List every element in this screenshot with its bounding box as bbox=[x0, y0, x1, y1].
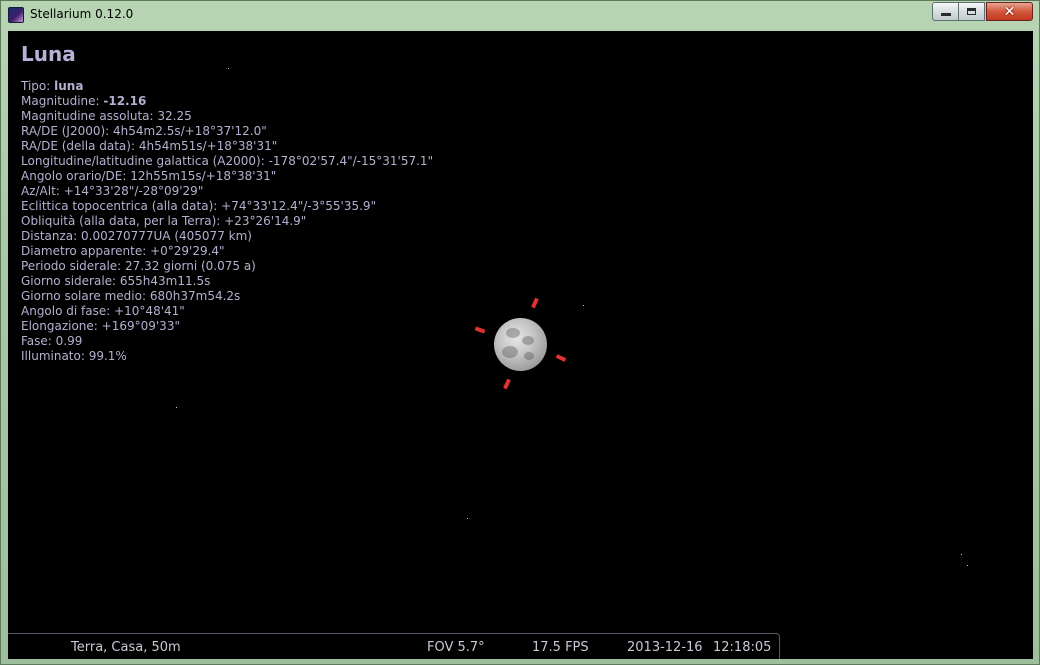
moon-crater bbox=[522, 336, 534, 345]
info-label: Elongazione: bbox=[21, 319, 102, 333]
info-value: 99.1% bbox=[88, 349, 127, 363]
info-label: Giorno siderale: bbox=[21, 274, 120, 288]
selection-marker bbox=[555, 354, 567, 362]
info-value: 27.32 giorni (0.075 a) bbox=[125, 259, 256, 273]
info-value: 0.00270777UA (405077 km) bbox=[81, 229, 252, 243]
info-value: 32.25 bbox=[157, 109, 192, 123]
info-label: Eclittica topocentrica (alla data): bbox=[21, 199, 222, 213]
info-value: 12h55m15s/+18°38'31" bbox=[130, 169, 277, 183]
info-label: Magnitudine assoluta: bbox=[21, 109, 158, 123]
info-line: Obliquità (alla data, per la Terra): +23… bbox=[21, 214, 433, 229]
info-label: Tipo: bbox=[21, 79, 55, 93]
info-line: Periodo siderale: 27.32 giorni (0.075 a) bbox=[21, 259, 433, 274]
moon-crater bbox=[506, 328, 520, 338]
moon-crater bbox=[524, 352, 534, 360]
window-title: Stellarium 0.12.0 bbox=[30, 7, 134, 21]
info-line: Elongazione: +169°09'33" bbox=[21, 319, 433, 334]
fov-label: FOV 5.7° bbox=[427, 640, 485, 655]
info-line: Distanza: 0.00270777UA (405077 km) bbox=[21, 229, 433, 244]
star bbox=[467, 518, 468, 519]
info-value: +14°33'28"/-28°09'29" bbox=[63, 184, 204, 198]
info-value: 0.99 bbox=[55, 334, 83, 348]
minimize-icon bbox=[940, 13, 951, 16]
info-line: RA/DE (J2000): 4h54m2.5s/+18°37'12.0" bbox=[21, 124, 433, 139]
info-label: Magnitudine: bbox=[21, 94, 104, 108]
info-value: 4h54m51s/+18°38'31" bbox=[138, 139, 278, 153]
info-line: RA/DE (della data): 4h54m51s/+18°38'31" bbox=[21, 139, 433, 154]
info-line: Magnitudine: -12.16 bbox=[21, 94, 433, 109]
info-line: Tipo: luna bbox=[21, 79, 433, 94]
info-line: Longitudine/latitudine galattica (A2000)… bbox=[21, 154, 433, 169]
info-label: Giorno solare medio: bbox=[21, 289, 150, 303]
object-info-panel: Tipo: luna Magnitudine: -12.16 Magnitudine… bbox=[21, 79, 433, 364]
sky-view[interactable]: Luna Tipo: luna Magnitudine: -12.16 Magnit… bbox=[8, 31, 1033, 659]
info-label: Obliquità (alla data, per la Terra): bbox=[21, 214, 225, 228]
star bbox=[228, 68, 229, 69]
info-line: Eclittica topocentrica (alla data): +74°… bbox=[21, 199, 433, 214]
info-value: +10°48'41" bbox=[114, 304, 185, 318]
date-label: 2013-12-16 bbox=[627, 640, 703, 655]
info-line: Magnitudine assoluta: 32.25 bbox=[21, 109, 433, 124]
info-label: Periodo siderale: bbox=[21, 259, 126, 273]
info-line: Giorno solare medio: 680h37m54.2s bbox=[21, 289, 433, 304]
selection-marker bbox=[503, 378, 511, 390]
info-label: Longitudine/latitudine galattica (A2000)… bbox=[21, 154, 269, 168]
info-line: Angolo orario/DE: 12h55m15s/+18°38'31" bbox=[21, 169, 433, 184]
info-value: -178°02'57.4"/-15°31'57.1" bbox=[268, 154, 434, 168]
moon-crater bbox=[502, 346, 518, 358]
info-value: +169°09'33" bbox=[101, 319, 180, 333]
info-line: Fase: 0.99 bbox=[21, 334, 433, 349]
star bbox=[176, 407, 177, 408]
info-value: luna bbox=[54, 79, 84, 93]
info-label: Distanza: bbox=[21, 229, 81, 243]
info-value: 680h37m54.2s bbox=[149, 289, 241, 303]
location-label: Terra, Casa, 50m bbox=[71, 640, 181, 655]
info-label: Az/Alt: bbox=[21, 184, 64, 198]
info-line: Az/Alt: +14°33'28"/-28°09'29" bbox=[21, 184, 433, 199]
object-name: Luna bbox=[21, 42, 76, 66]
info-line: Angolo di fase: +10°48'41" bbox=[21, 304, 433, 319]
maximize-button[interactable] bbox=[958, 2, 985, 21]
close-icon: ✕ bbox=[1003, 3, 1016, 20]
info-label: Angolo di fase: bbox=[21, 304, 115, 318]
fps-label: 17.5 FPS bbox=[532, 640, 589, 655]
star bbox=[961, 554, 962, 555]
stellarium-window: Stellarium 0.12.0 ✕ Luna Tipo: luna Magni… bbox=[0, 0, 1040, 665]
info-line: Giorno siderale: 655h43m11.5s bbox=[21, 274, 433, 289]
info-line: Illuminato: 99.1% bbox=[21, 349, 433, 364]
moon[interactable] bbox=[494, 318, 547, 371]
info-value: +0°29'29.4" bbox=[150, 244, 225, 258]
info-line: Diametro apparente: +0°29'29.4" bbox=[21, 244, 433, 259]
selection-marker bbox=[531, 297, 539, 309]
selection-marker bbox=[474, 326, 486, 334]
stellarium-app-icon[interactable] bbox=[8, 7, 24, 23]
title-bar[interactable]: Stellarium 0.12.0 ✕ bbox=[1, 1, 1039, 30]
info-label: Diametro apparente: bbox=[21, 244, 151, 258]
status-bar[interactable]: Terra, Casa, 50m FOV 5.7° 17.5 FPS 2013-… bbox=[8, 633, 780, 659]
info-label: RA/DE (della data): bbox=[21, 139, 139, 153]
info-value: +74°33'12.4"/-3°55'35.9" bbox=[221, 199, 377, 213]
info-label: Illuminato: bbox=[21, 349, 89, 363]
star bbox=[967, 565, 968, 566]
info-label: Fase: bbox=[21, 334, 56, 348]
info-label: Angolo orario/DE: bbox=[21, 169, 131, 183]
maximize-icon bbox=[967, 8, 976, 15]
time-label: 12:18:05 bbox=[713, 640, 772, 655]
star bbox=[583, 305, 584, 306]
info-value: 4h54m2.5s/+18°37'12.0" bbox=[113, 124, 267, 138]
info-value: 655h43m11.5s bbox=[119, 274, 211, 288]
info-value: +23°26'14.9" bbox=[224, 214, 307, 228]
info-value: -12.16 bbox=[103, 94, 147, 108]
info-label: RA/DE (J2000): bbox=[21, 124, 114, 138]
close-button[interactable]: ✕ bbox=[986, 2, 1033, 21]
minimize-button[interactable] bbox=[932, 2, 959, 21]
